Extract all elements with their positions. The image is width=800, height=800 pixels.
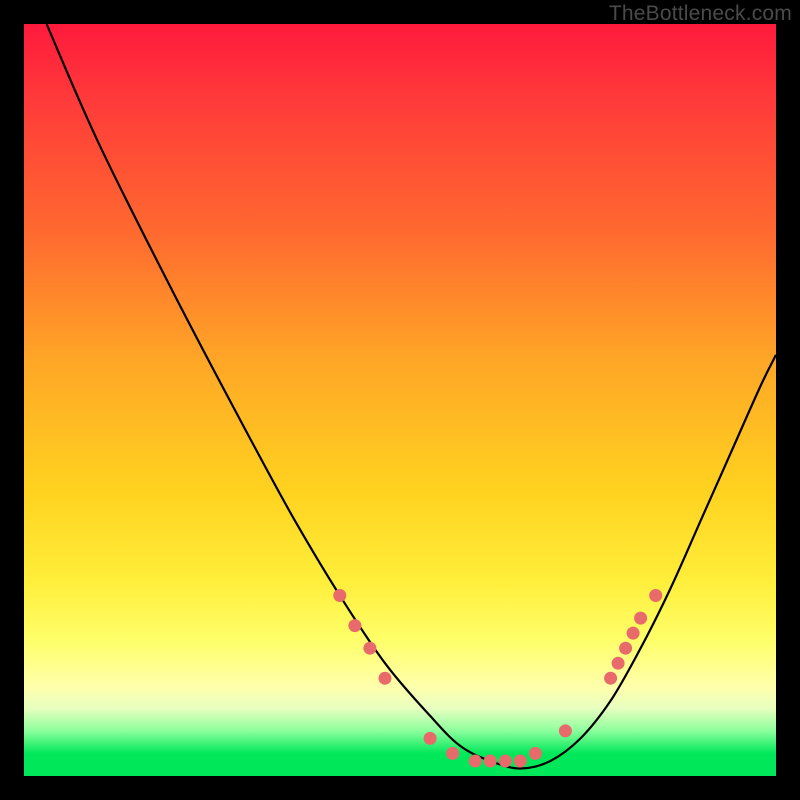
data-marker (379, 672, 392, 685)
data-marker (612, 657, 625, 670)
data-marker (348, 619, 361, 632)
data-marker (559, 724, 572, 737)
marker-group (333, 589, 662, 768)
data-marker (514, 755, 527, 768)
data-marker (469, 755, 482, 768)
data-marker (627, 627, 640, 640)
data-marker (604, 672, 617, 685)
data-marker (619, 642, 632, 655)
chart-frame: TheBottleneck.com (0, 0, 800, 800)
data-marker (529, 747, 542, 760)
plot-area (24, 24, 776, 776)
data-marker (446, 747, 459, 760)
data-marker (333, 589, 346, 602)
data-marker (363, 642, 376, 655)
watermark-text: TheBottleneck.com (609, 2, 792, 26)
data-marker (634, 612, 647, 625)
data-marker (424, 732, 437, 745)
bottleneck-curve (47, 24, 776, 769)
curve-svg (24, 24, 776, 776)
data-marker (649, 589, 662, 602)
data-marker (484, 755, 497, 768)
data-marker (499, 755, 512, 768)
